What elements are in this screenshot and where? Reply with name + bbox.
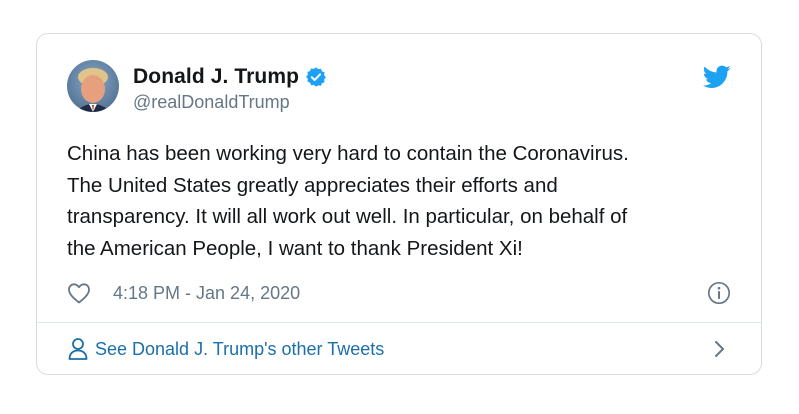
tweet-meta: 4:18 PM - Jan 24, 2020 <box>67 278 731 308</box>
person-icon <box>67 337 89 361</box>
verified-badge-icon <box>305 66 327 88</box>
info-icon[interactable] <box>707 281 731 305</box>
other-tweets-link[interactable]: See Donald J. Trump's other Tweets <box>67 334 731 364</box>
tweet-header: Donald J. Trump @realDonaldTrump <box>67 60 731 116</box>
author-display-name[interactable]: Donald J. Trump <box>133 65 299 89</box>
author-names: Donald J. Trump @realDonaldTrump <box>133 64 327 113</box>
heart-icon[interactable] <box>67 282 91 304</box>
twitter-bird-icon[interactable] <box>702 65 731 89</box>
avatar[interactable] <box>67 60 119 112</box>
author-handle[interactable]: @realDonaldTrump <box>133 92 327 113</box>
chevron-right-icon[interactable] <box>713 340 727 358</box>
divider <box>37 322 761 323</box>
tweet-text: China has been working very hard to cont… <box>67 142 629 260</box>
tweet-card[interactable]: Donald J. Trump @realDonaldTrump China h… <box>36 33 762 375</box>
other-tweets-label[interactable]: See Donald J. Trump's other Tweets <box>95 339 384 360</box>
tweet-timestamp[interactable]: 4:18 PM - Jan 24, 2020 <box>113 283 300 304</box>
